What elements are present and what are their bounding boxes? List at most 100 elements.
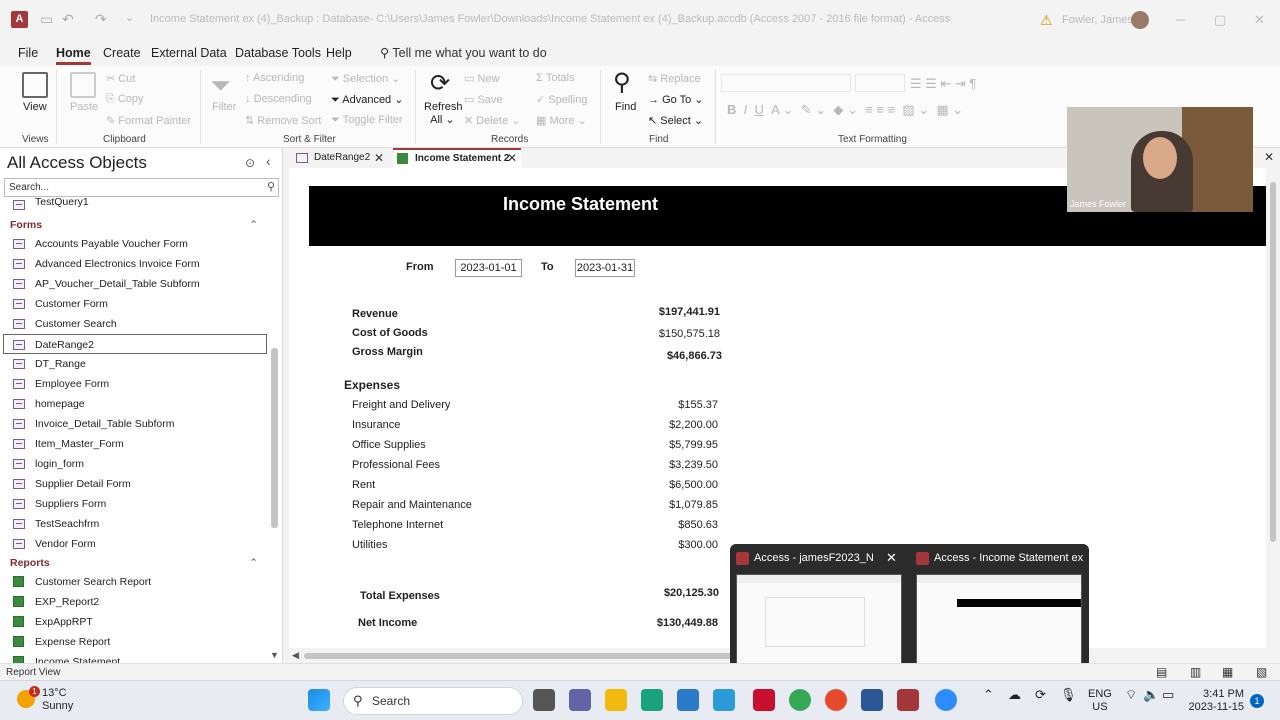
warning-icon[interactable]: ⚠ xyxy=(1040,12,1053,29)
report-view-icon[interactable]: ▤ xyxy=(1156,665,1167,679)
clock[interactable]: 3:41 PM 2023-11-15 xyxy=(1180,688,1244,714)
zoom-icon[interactable] xyxy=(935,689,957,711)
advanced-button[interactable]: ⏷ Advanced ⌄ xyxy=(331,93,403,107)
bold-italic-underline-icons[interactable]: B I U A ⌄ ✎ ⌄ ◆ ⌄ ≡ ≡ ≡ ▨ ⌄ ▦ ⌄ xyxy=(727,102,963,118)
remove-sort-button[interactable]: ⇅ Remove Sort xyxy=(245,114,321,127)
language-indicator[interactable]: ENG US xyxy=(1088,688,1112,714)
nav-form-item[interactable]: Customer Form xyxy=(0,294,268,314)
list-format-icons[interactable]: ☰ ☰ ⇤ ⇥ ¶ xyxy=(910,76,977,92)
refresh-all-button[interactable]: Refresh All ⌄ xyxy=(424,101,463,126)
preview-window-2[interactable]: Access - Income Statement ex (... xyxy=(910,544,1088,668)
tab-daterange2[interactable]: DateRange2 ✕ xyxy=(294,148,394,168)
search-icon[interactable]: ⚲ xyxy=(267,180,275,193)
spelling-button[interactable]: ✓ Spelling xyxy=(536,93,587,106)
nav-form-item[interactable]: Employee Form xyxy=(0,374,268,394)
format-painter-button[interactable]: ✎ Format Painter xyxy=(106,114,191,127)
preview-window-1[interactable]: Access - jamesF2023_No... ✕ xyxy=(730,544,908,668)
scroll-down-icon[interactable]: ▼ xyxy=(270,650,279,660)
chevron-up-icon[interactable]: ⌃ xyxy=(249,554,258,572)
nav-options-icon[interactable]: ⊙ xyxy=(245,156,255,170)
close-window-icon[interactable]: ✕ xyxy=(1254,12,1265,28)
nav-scrollbar[interactable] xyxy=(271,348,278,528)
word-icon[interactable] xyxy=(861,689,883,711)
find-button[interactable]: Find xyxy=(615,101,636,113)
nav-report-item[interactable]: Customer Search Report xyxy=(0,572,268,592)
menu-external-data[interactable]: External Data xyxy=(151,46,227,60)
nav-form-item[interactable]: Accounts Payable Voucher Form xyxy=(0,234,268,254)
close-document-icon[interactable]: ✕ xyxy=(1264,150,1274,164)
font-name-select[interactable] xyxy=(721,74,851,92)
mic-icon[interactable]: 🎙 xyxy=(1060,688,1077,701)
menu-file[interactable]: File xyxy=(18,46,38,60)
file-explorer-icon[interactable] xyxy=(605,689,627,711)
customize-qat-icon[interactable]: ⌄ xyxy=(125,11,134,24)
menu-database-tools[interactable]: Database Tools xyxy=(235,46,321,60)
user-name[interactable]: Fowler, James xyxy=(1062,14,1133,26)
view-button[interactable]: View xyxy=(23,101,47,113)
close-preview-icon[interactable]: ✕ xyxy=(886,550,897,566)
collapse-nav-icon[interactable]: ‹ xyxy=(266,153,271,169)
font-size-select[interactable] xyxy=(855,74,905,92)
maximize-icon[interactable]: ▢ xyxy=(1214,12,1226,28)
menu-help[interactable]: Help xyxy=(326,46,352,60)
taskbar-search[interactable]: ⚲ Search xyxy=(343,687,523,715)
onedrive-icon[interactable]: ☁ xyxy=(1008,688,1021,701)
redo-icon[interactable]: ↷ xyxy=(95,11,107,28)
select-button[interactable]: ↖ Select ⌄ xyxy=(648,114,703,127)
filter-button[interactable]: Filter xyxy=(212,101,236,113)
from-date-field[interactable]: 2023-01-01 xyxy=(455,259,522,277)
delete-record-button[interactable]: ✕ Delete ⌄ xyxy=(464,114,520,127)
save-record-button[interactable]: ▭ Save xyxy=(464,93,503,106)
tab-income-statement-2[interactable]: Income Statement 2 ✕ xyxy=(393,148,521,168)
nav-form-item[interactable]: Suppliers Form xyxy=(0,494,268,514)
nav-form-item[interactable]: TestSeachfrm xyxy=(0,514,268,534)
mcafee-icon[interactable] xyxy=(753,689,775,711)
selection-button[interactable]: ⏷ Selection ⌄ xyxy=(331,72,400,86)
copy-button[interactable]: ⎘ Copy xyxy=(106,93,144,106)
nav-section-forms[interactable]: Forms ⌃ xyxy=(0,216,268,234)
app-icon[interactable] xyxy=(825,689,847,711)
nav-form-item[interactable]: Advanced Electronics Invoice Form xyxy=(0,254,268,274)
new-record-button[interactable]: ▭ New xyxy=(464,72,499,85)
nav-form-item[interactable]: login_form xyxy=(0,454,268,474)
nav-report-item[interactable]: EXP_Report2 xyxy=(0,592,268,612)
nav-form-item[interactable]: homepage xyxy=(0,394,268,414)
nav-report-item[interactable]: Expense Report xyxy=(0,632,268,652)
descending-button[interactable]: ↓ Descending xyxy=(245,93,312,105)
nav-form-item[interactable]: AP_Voucher_Detail_Table Subform xyxy=(0,274,268,294)
nav-item-query[interactable]: TestQuery1 xyxy=(0,197,268,216)
design-view-icon[interactable]: ▧ xyxy=(1256,665,1267,679)
tray-overflow-icon[interactable]: ⌃ xyxy=(983,688,994,701)
menu-create[interactable]: Create xyxy=(103,46,141,60)
scroll-thumb[interactable] xyxy=(304,653,734,659)
nav-form-item[interactable]: Customer Search xyxy=(0,314,268,334)
nav-report-item[interactable]: ExpAppRPT xyxy=(0,612,268,632)
battery-icon[interactable]: ▭ xyxy=(1162,688,1174,701)
totals-button[interactable]: Σ Totals xyxy=(536,72,575,84)
nav-search-input[interactable]: Search... ⚲ xyxy=(4,178,279,197)
access-taskbar-icon[interactable] xyxy=(897,689,919,711)
wifi-icon[interactable]: ⌔ xyxy=(1125,688,1137,701)
save-icon[interactable]: ▭ xyxy=(40,11,53,28)
tell-me-search[interactable]: ⚲ Tell me what you want to do xyxy=(380,45,547,60)
view-icon[interactable] xyxy=(22,72,48,98)
task-view-icon[interactable] xyxy=(533,689,555,711)
report-vertical-scrollbar[interactable] xyxy=(1266,168,1280,649)
store-icon[interactable] xyxy=(677,689,699,711)
close-tab-icon[interactable]: ✕ xyxy=(374,148,384,168)
print-preview-icon[interactable]: ▥ xyxy=(1190,665,1201,679)
paste-button[interactable]: Paste xyxy=(70,101,98,113)
cut-button[interactable]: ✂ Cut xyxy=(106,72,135,85)
nav-section-reports[interactable]: Reports ⌃ xyxy=(0,554,268,572)
nav-form-item[interactable]: Invoice_Detail_Table Subform xyxy=(0,414,268,434)
windows-start-icon[interactable] xyxy=(308,689,330,711)
replace-button[interactable]: ⇆ Replace xyxy=(648,72,701,85)
sync-icon[interactable]: ⟳ xyxy=(1035,688,1046,701)
scroll-left-icon[interactable]: ◀ xyxy=(292,650,299,661)
goto-button[interactable]: → Go To ⌄ xyxy=(648,93,704,106)
to-date-field[interactable]: 2023-01-31 xyxy=(575,259,635,277)
more-button[interactable]: ▦ More ⌄ xyxy=(536,114,587,127)
nav-form-item[interactable]: Supplier Detail Form xyxy=(0,474,268,494)
notification-badge[interactable]: 1 xyxy=(1250,694,1264,708)
teams-icon[interactable] xyxy=(569,689,591,711)
